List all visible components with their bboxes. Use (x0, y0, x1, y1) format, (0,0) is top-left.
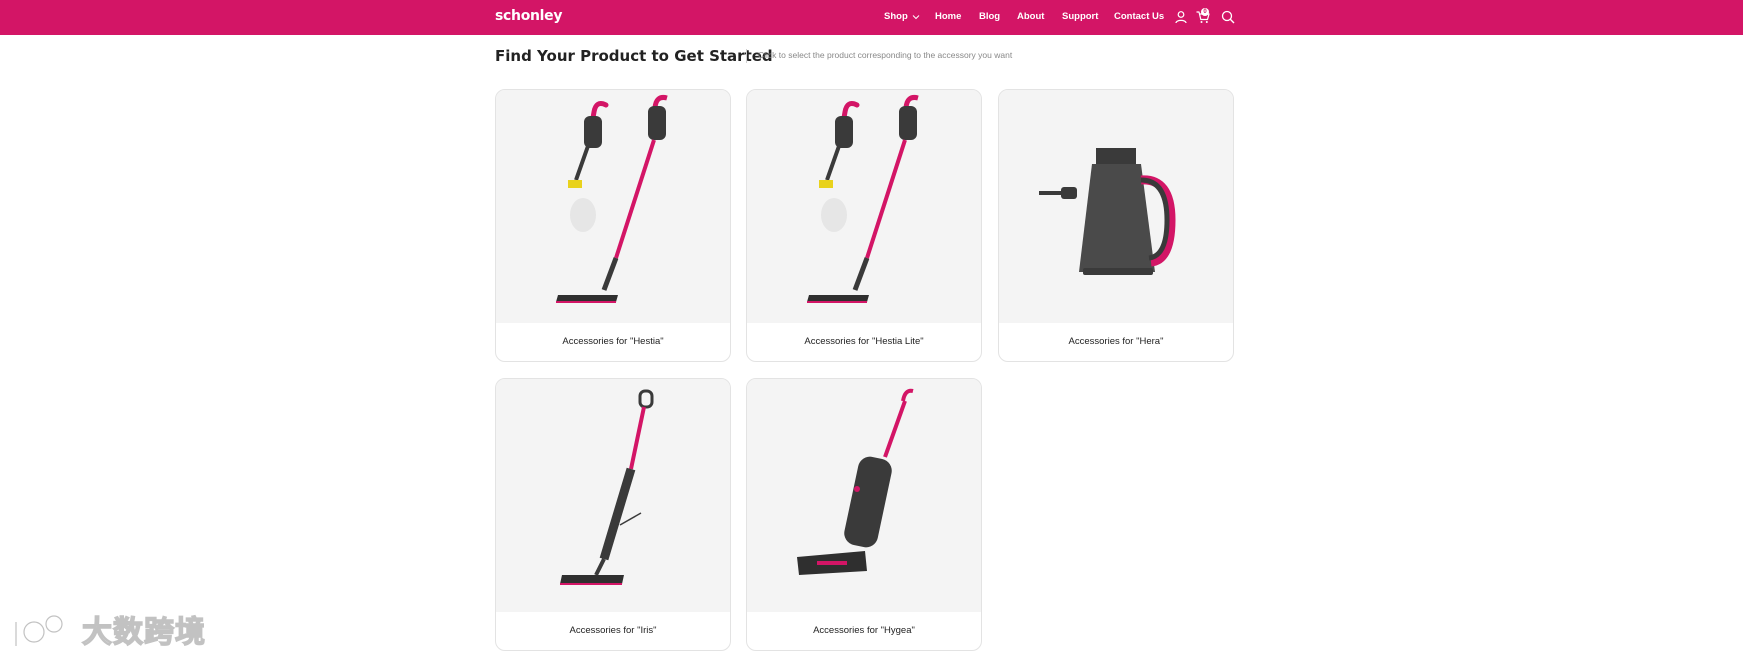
cart-count-badge: 0 (1201, 8, 1209, 16)
product-image (496, 90, 730, 323)
product-card-hestia[interactable]: Accessories for "Hestia" (495, 89, 731, 362)
product-label[interactable]: Accessories for "Hera" (999, 323, 1233, 361)
product-image (999, 90, 1233, 323)
page-title: Find Your Product to Get Started (495, 47, 773, 65)
wet-dry-vacuum-image (797, 388, 914, 575)
page-subtitle: Click to select the product correspondin… (758, 50, 1013, 60)
product-image (496, 379, 730, 612)
nav-shop[interactable]: Shop (884, 11, 920, 22)
title-divider (746, 49, 747, 63)
brand-logo[interactable]: schonley (495, 8, 563, 24)
nav-about[interactable]: About (1017, 11, 1044, 22)
watermark-logo-icon (13, 613, 65, 649)
steam-mop-image (556, 95, 668, 303)
nav-support[interactable]: Support (1062, 11, 1098, 22)
search-icon[interactable] (1220, 9, 1236, 25)
product-card-hestia-lite[interactable]: Accessories for "Hestia Lite" (746, 89, 982, 362)
product-label[interactable]: Accessories for "Hestia Lite" (747, 323, 981, 361)
product-card-iris[interactable]: Accessories for "Iris" (495, 378, 731, 651)
nav-home[interactable]: Home (935, 11, 961, 22)
top-navigation-bar: schonley Shop Home Blog About Support Co… (0, 0, 1743, 35)
steam-mop-image (560, 389, 654, 585)
user-icon[interactable] (1173, 9, 1189, 25)
nav-shop-label[interactable]: Shop (884, 11, 908, 22)
product-label[interactable]: Accessories for "Hestia" (496, 323, 730, 361)
nav-blog[interactable]: Blog (979, 11, 1000, 22)
product-image (747, 379, 981, 612)
chevron-down-icon (912, 14, 920, 19)
product-label[interactable]: Accessories for "Iris" (496, 612, 730, 650)
watermark: 大数跨境 (10, 607, 206, 651)
nav-contact-us[interactable]: Contact Us (1114, 11, 1164, 22)
steam-mop-image (807, 95, 919, 303)
product-image (747, 90, 981, 323)
product-card-hygea[interactable]: Accessories for "Hygea" (746, 378, 982, 651)
product-card-hera[interactable]: Accessories for "Hera" (998, 89, 1234, 362)
handheld-steamer-image (1039, 148, 1176, 275)
product-label[interactable]: Accessories for "Hygea" (747, 612, 981, 650)
watermark-text: 大数跨境 (81, 614, 206, 650)
